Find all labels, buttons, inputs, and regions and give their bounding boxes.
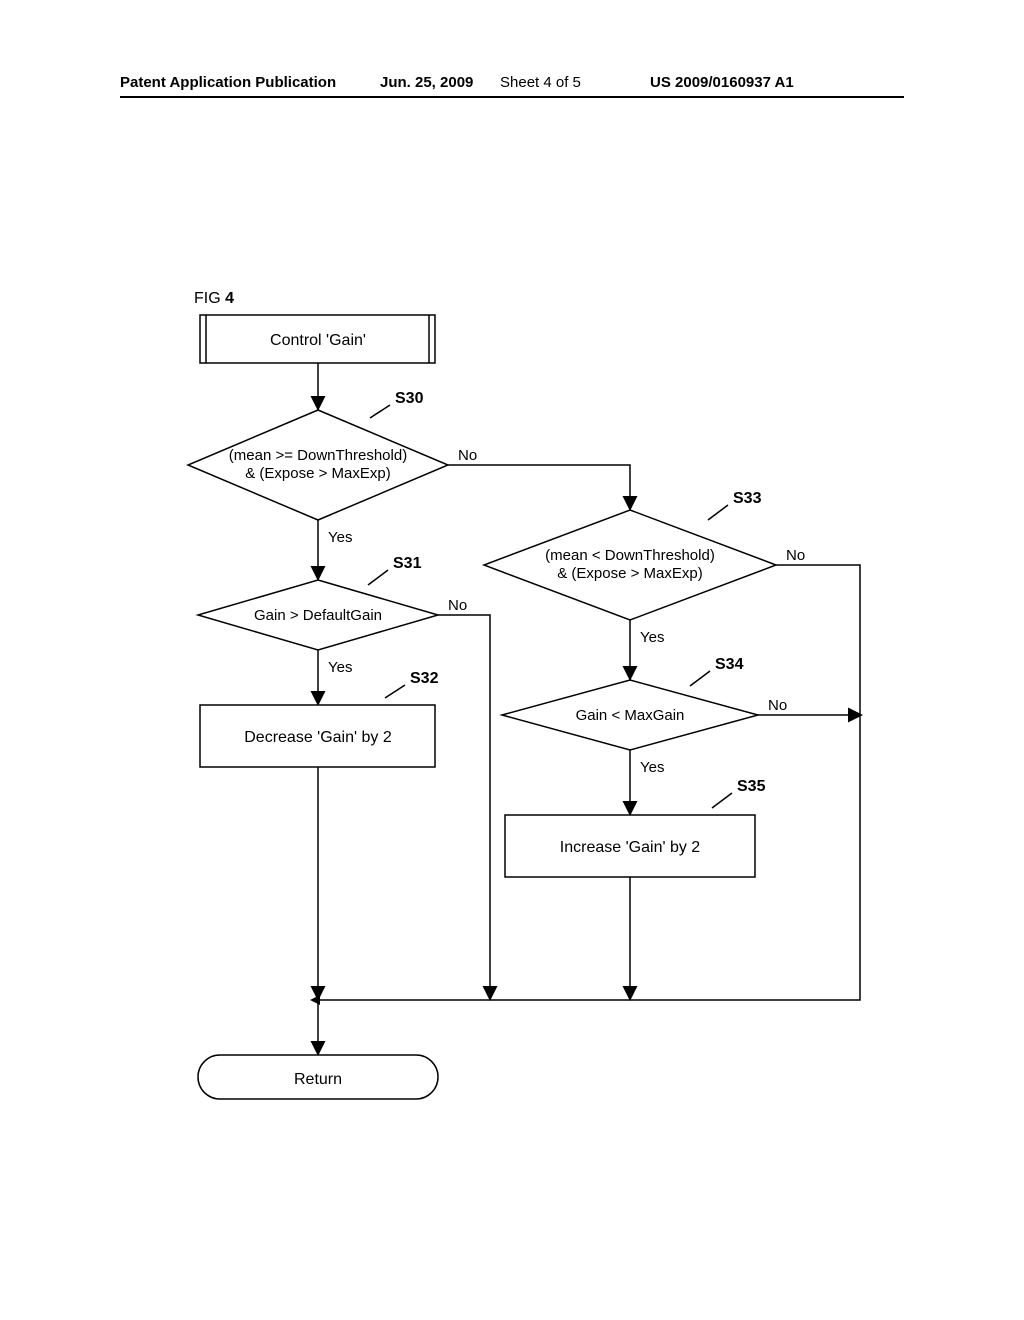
s35-text: Increase 'Gain' by 2 <box>560 839 701 856</box>
flowchart: Control 'Gain' (mean >= DownThreshold) &… <box>180 310 880 1140</box>
figure-number: 4 <box>225 290 234 307</box>
header-date: Jun. 25, 2009 <box>380 74 473 91</box>
s30-no: No <box>458 447 477 464</box>
s34-no: No <box>768 697 787 714</box>
figure-label: FIG 4 <box>194 290 234 308</box>
process-s35: Increase 'Gain' by 2 <box>505 815 755 877</box>
s30-line2: & (Expose > MaxExp) <box>245 465 390 482</box>
start-text: Control 'Gain' <box>270 332 366 349</box>
s30-label: S30 <box>395 390 424 407</box>
header-sheet: Sheet 4 of 5 <box>500 74 581 91</box>
s30-yes: Yes <box>328 529 352 546</box>
decision-s30: (mean >= DownThreshold) & (Expose > MaxE… <box>188 410 448 520</box>
s35-label: S35 <box>737 778 766 795</box>
s33-yes: Yes <box>640 629 664 646</box>
s31-yes: Yes <box>328 659 352 676</box>
s34-label: S34 <box>715 656 744 673</box>
decision-s33: (mean < DownThreshold) & (Expose > MaxEx… <box>484 510 776 620</box>
node-start: Control 'Gain' <box>200 315 435 363</box>
terminator-return: Return <box>198 1055 438 1099</box>
s33-line1: (mean < DownThreshold) <box>545 547 715 564</box>
return-text: Return <box>294 1071 342 1088</box>
s32-text: Decrease 'Gain' by 2 <box>244 729 392 746</box>
s33-no: No <box>786 547 805 564</box>
s30-line1: (mean >= DownThreshold) <box>229 447 407 464</box>
header-pubno: US 2009/0160937 A1 <box>650 74 794 91</box>
process-s32: Decrease 'Gain' by 2 <box>200 705 435 767</box>
header-publication: Patent Application Publication <box>120 74 336 91</box>
decision-s34: Gain < MaxGain <box>502 680 758 750</box>
s33-line2: & (Expose > MaxExp) <box>557 565 702 582</box>
header-rule <box>120 96 904 98</box>
s32-label: S32 <box>410 670 439 687</box>
s34-text: Gain < MaxGain <box>576 707 685 724</box>
page: Patent Application Publication Jun. 25, … <box>0 0 1024 1320</box>
s31-text: Gain > DefaultGain <box>254 607 382 624</box>
s34-yes: Yes <box>640 759 664 776</box>
s31-label: S31 <box>393 555 422 572</box>
decision-s31: Gain > DefaultGain <box>198 580 438 650</box>
s31-no: No <box>448 597 467 614</box>
s33-label: S33 <box>733 490 762 507</box>
